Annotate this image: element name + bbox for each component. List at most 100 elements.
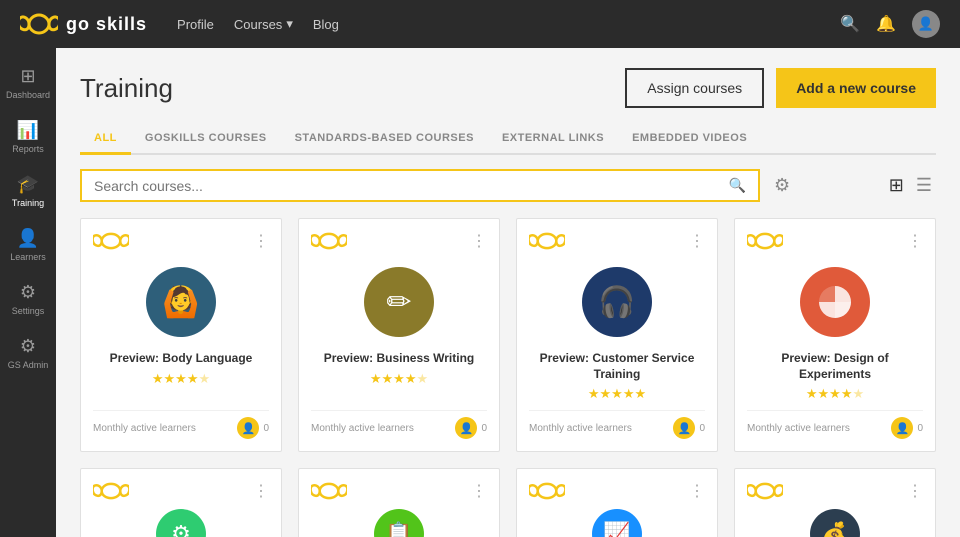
course-icon-8: 💰 (810, 509, 860, 537)
card-footer-4: Monthly active learners 👤 0 (747, 410, 923, 439)
learner-number-1: 0 (263, 423, 269, 434)
search-button[interactable]: 🔍 (840, 14, 860, 34)
logo-text: go skills (66, 14, 147, 35)
pie-chart-icon (815, 282, 855, 322)
learner-number-2: 0 (481, 423, 487, 434)
main-layout: ⊞ Dashboard 📊 Reports 🎓 Training 👤 Learn… (0, 48, 960, 537)
learners-icon: 👤 (17, 228, 39, 249)
add-course-button[interactable]: Add a new course (776, 68, 936, 108)
search-input[interactable] (94, 178, 729, 194)
tab-embedded[interactable]: EMBEDDED VIDEOS (618, 124, 761, 155)
card-logo-5 (93, 481, 129, 501)
tab-external[interactable]: EXTERNAL LINKS (488, 124, 618, 155)
card-footer-3: Monthly active learners 👤 0 (529, 410, 705, 439)
sidebar-item-dashboard[interactable]: ⊞ Dashboard (0, 56, 56, 110)
learner-icon-2: 👤 (455, 417, 477, 439)
logo-area[interactable]: go skills (20, 13, 147, 35)
monthly-label-3: Monthly active learners (529, 423, 632, 434)
tab-standards[interactable]: STANDARDS-BASED COURSES (281, 124, 488, 155)
card-menu-7[interactable]: ⋮ (689, 481, 705, 501)
course-icon-7: 📈 (592, 509, 642, 537)
card-logo-8 (747, 481, 783, 501)
card-header-4: ⋮ (747, 231, 923, 251)
sidebar-label-training: Training (12, 198, 44, 208)
card-title-3: Preview: Customer Service Training (529, 351, 705, 382)
assign-courses-button[interactable]: Assign courses (625, 68, 764, 108)
top-navigation: go skills Profile Courses ▾ Blog 🔍 🔔 👤 (0, 0, 960, 48)
course-icon-1: 🙆 (146, 267, 216, 337)
main-content: Training Assign courses Add a new course… (56, 48, 960, 537)
learner-count-2: 👤 0 (455, 417, 487, 439)
course-icon-5: ⚙ (156, 509, 206, 537)
card-stars-2: ★★★★★ (311, 371, 487, 387)
avatar[interactable]: 👤 (912, 10, 940, 38)
card-stars-4: ★★★★★ (747, 386, 923, 402)
learner-count-4: 👤 0 (891, 417, 923, 439)
card-logo-2 (311, 231, 347, 251)
sidebar-item-training[interactable]: 🎓 Training (0, 164, 56, 218)
nav-profile[interactable]: Profile (177, 16, 214, 32)
course-card-2: ⋮ ✏ Preview: Business Writing ★★★★★ Mont… (298, 218, 500, 452)
card-title-1: Preview: Body Language (93, 351, 269, 367)
learner-number-3: 0 (699, 423, 705, 434)
sidebar: ⊞ Dashboard 📊 Reports 🎓 Training 👤 Learn… (0, 48, 56, 537)
course-card-1: ⋮ 🙆 Preview: Body Language ★★★★★ Monthly… (80, 218, 282, 452)
card-menu-6[interactable]: ⋮ (471, 481, 487, 501)
course-grid-row2: ⋮ ⚙ ⋮ 📋 (80, 468, 936, 537)
card-menu-4[interactable]: ⋮ (907, 231, 923, 251)
card-menu-8[interactable]: ⋮ (907, 481, 923, 501)
card-menu-1[interactable]: ⋮ (253, 231, 269, 251)
sidebar-item-settings[interactable]: ⚙ Settings (0, 272, 56, 326)
card-logo-4 (747, 231, 783, 251)
card-icon-area-4 (747, 267, 923, 337)
card-menu-3[interactable]: ⋮ (689, 231, 705, 251)
card-icon-area-5: ⚙ (93, 509, 269, 537)
header-buttons: Assign courses Add a new course (625, 68, 936, 108)
card-header-3: ⋮ (529, 231, 705, 251)
dashboard-icon: ⊞ (20, 66, 35, 87)
tab-goskills[interactable]: GOSKILLS COURSES (131, 124, 281, 155)
nav-icons: 🔍 🔔 👤 (840, 10, 940, 38)
card-menu-2[interactable]: ⋮ (471, 231, 487, 251)
card-footer-2: Monthly active learners 👤 0 (311, 410, 487, 439)
sidebar-item-reports[interactable]: 📊 Reports (0, 110, 56, 164)
bell-button[interactable]: 🔔 (876, 14, 896, 34)
course-card-7: ⋮ 📈 (516, 468, 718, 537)
reports-icon: 📊 (17, 120, 39, 141)
gs-admin-icon: ⚙ (20, 336, 36, 357)
card-icon-area-3: 🎧 (529, 267, 705, 337)
sidebar-item-gs-admin[interactable]: ⚙ GS Admin (0, 326, 56, 380)
tabs-bar: ALL GOSKILLS COURSES STANDARDS-BASED COU… (80, 124, 936, 155)
grid-view-button[interactable]: ⊞ (885, 171, 908, 200)
card-icon-area-8: 💰 (747, 509, 923, 537)
course-card-5: ⋮ ⚙ (80, 468, 282, 537)
course-card-6: ⋮ 📋 (298, 468, 500, 537)
card-header-5: ⋮ (93, 481, 269, 501)
list-view-button[interactable]: ☰ (912, 171, 936, 200)
nav-courses[interactable]: Courses ▾ (234, 16, 293, 32)
card-menu-5[interactable]: ⋮ (253, 481, 269, 501)
card-title-2: Preview: Business Writing (311, 351, 487, 367)
learner-number-4: 0 (917, 423, 923, 434)
learner-count-3: 👤 0 (673, 417, 705, 439)
nav-blog[interactable]: Blog (313, 16, 339, 32)
page-title: Training (80, 73, 173, 104)
card-header-7: ⋮ (529, 481, 705, 501)
logo-icon (20, 13, 58, 35)
search-row: 🔍 ⚙ ⊞ ☰ (80, 169, 936, 202)
course-icon-3: 🎧 (582, 267, 652, 337)
settings-gear-button[interactable]: ⚙ (770, 171, 794, 200)
training-icon: 🎓 (17, 174, 39, 195)
card-stars-3: ★★★★★ (529, 386, 705, 402)
sidebar-label-reports: Reports (12, 144, 44, 154)
card-logo-3 (529, 231, 565, 251)
card-title-4: Preview: Design of Experiments (747, 351, 923, 382)
card-icon-area-1: 🙆 (93, 267, 269, 337)
sidebar-item-learners[interactable]: 👤 Learners (0, 218, 56, 272)
sidebar-label-learners: Learners (10, 252, 46, 262)
learner-icon-3: 👤 (673, 417, 695, 439)
tab-all[interactable]: ALL (80, 124, 131, 155)
monthly-label-4: Monthly active learners (747, 423, 850, 434)
learner-icon-4: 👤 (891, 417, 913, 439)
search-icon: 🔍 (729, 177, 746, 194)
